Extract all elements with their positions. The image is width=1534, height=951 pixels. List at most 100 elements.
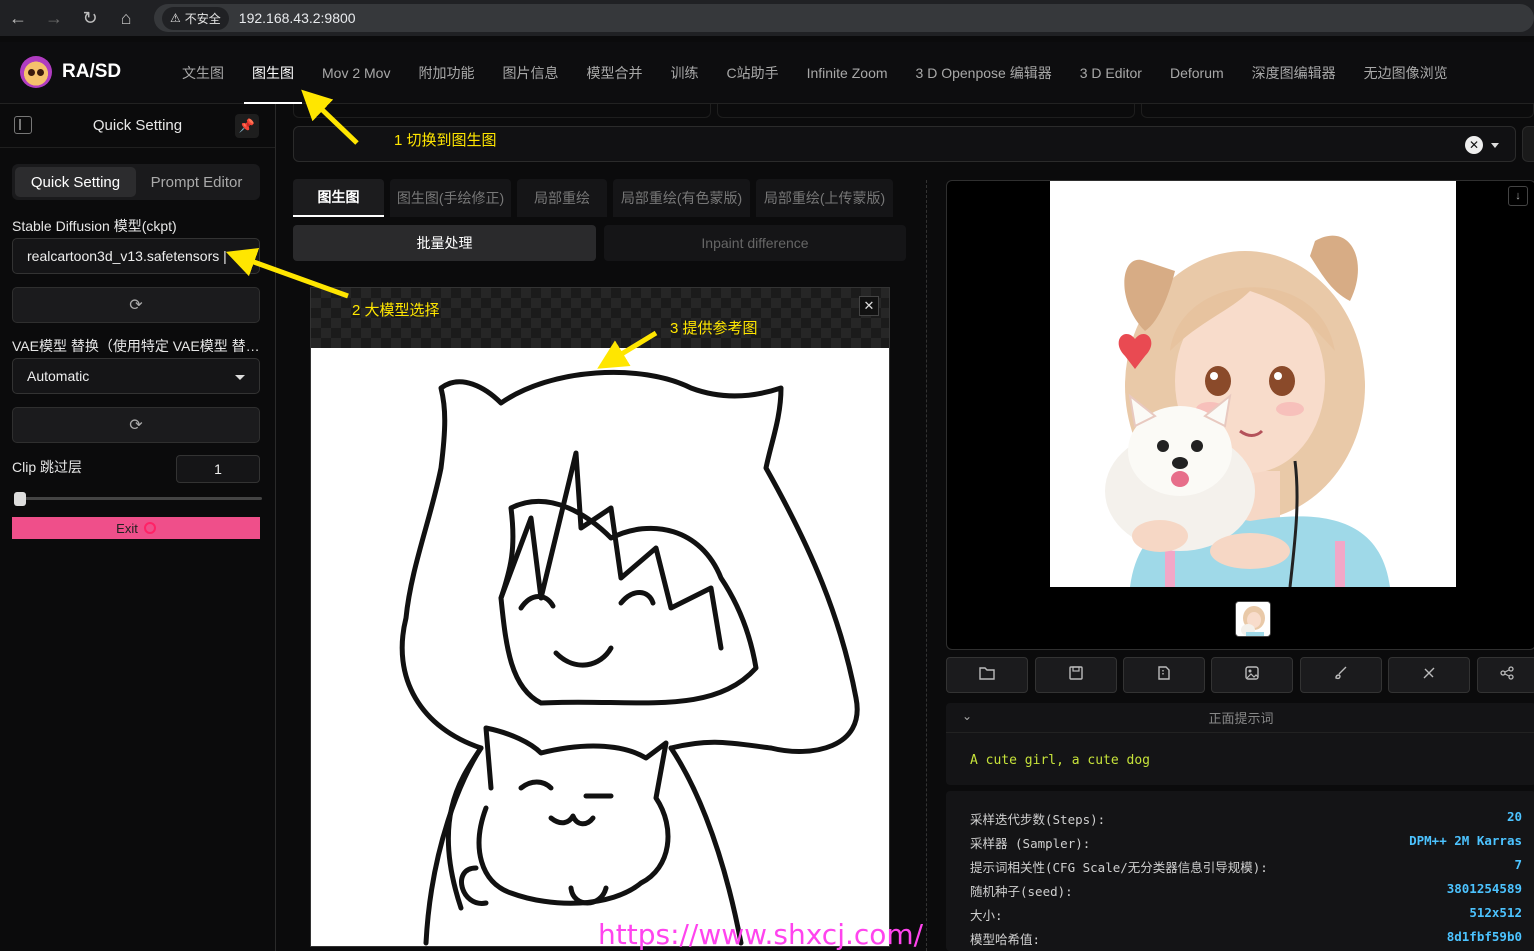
param-value: 8d1fbf59b0 bbox=[1446, 929, 1522, 944]
param-key: 采样器 (Sampler): bbox=[970, 836, 1091, 851]
param-row: 模型哈希值: 8d1fbf59b0 bbox=[970, 929, 1522, 948]
app-logo: RA/SD bbox=[20, 56, 121, 88]
param-row: 随机种子(seed): 3801254589 bbox=[970, 881, 1522, 900]
tab-4[interactable]: 图片信息 bbox=[488, 42, 572, 104]
param-key: 模型哈希值: bbox=[970, 932, 1041, 947]
download-icon[interactable]: ↓ bbox=[1508, 186, 1528, 206]
tab-7[interactable]: C站助手 bbox=[712, 42, 792, 104]
subtab-inpaint[interactable]: 局部重绘 bbox=[517, 179, 607, 217]
param-key: 随机种子(seed): bbox=[970, 884, 1073, 899]
send-to-img2img-button[interactable] bbox=[1211, 657, 1293, 693]
param-row: 大小: 512x512 bbox=[970, 905, 1522, 924]
ckpt-select[interactable]: realcartoon3d_v13.safetensors | bbox=[12, 238, 260, 274]
home-icon[interactable]: ⌂ bbox=[108, 0, 144, 36]
record-icon bbox=[143, 522, 156, 534]
sidebar-toggle-icon[interactable] bbox=[14, 116, 32, 134]
logo-text: RA/SD bbox=[62, 61, 122, 82]
tab-batch[interactable]: 批量处理 bbox=[293, 225, 596, 261]
back-icon[interactable]: ← bbox=[0, 0, 36, 36]
sidebar-header: Quick Setting 📌 bbox=[0, 104, 275, 148]
param-key: 采样迭代步数(Steps): bbox=[970, 812, 1106, 827]
send-to-inpaint-button[interactable] bbox=[1300, 657, 1382, 693]
generated-image[interactable] bbox=[1050, 181, 1456, 587]
tab-0[interactable]: 文生图 bbox=[168, 42, 238, 104]
param-row: 提示词相关性(CFG Scale/无分类器信息引导规模): 7 bbox=[970, 857, 1522, 876]
warning-icon: ⚠ bbox=[170, 11, 181, 25]
brush-icon bbox=[1334, 666, 1348, 685]
tab-5[interactable]: 模型合并 bbox=[572, 42, 656, 104]
clip-skip-slider-thumb[interactable] bbox=[14, 492, 26, 506]
share-icon bbox=[1500, 665, 1514, 685]
save-zip-button[interactable] bbox=[1123, 657, 1205, 693]
forward-icon[interactable]: → bbox=[36, 0, 72, 36]
subtab-sketch[interactable]: 图生图(手绘修正) bbox=[390, 179, 511, 217]
sidebar-segment-control: Quick Setting Prompt Editor bbox=[12, 164, 260, 200]
tab-6[interactable]: 训练 bbox=[656, 42, 712, 104]
tools-icon bbox=[1422, 666, 1436, 685]
tab-13[interactable]: 无边图像浏览 bbox=[1350, 42, 1462, 104]
refresh-ckpt-button[interactable]: ⟳ bbox=[12, 287, 260, 323]
share-button[interactable] bbox=[1477, 657, 1534, 693]
positive-prompt-header[interactable]: ⌄ 正面提示词 bbox=[946, 703, 1534, 733]
vae-select[interactable]: Automatic bbox=[12, 358, 260, 394]
folder-icon bbox=[979, 666, 995, 685]
sidebar-title: Quick Setting bbox=[92, 117, 183, 134]
url-text: 192.168.43.2:9800 bbox=[238, 10, 356, 26]
collapsed-panel bbox=[717, 104, 1135, 118]
address-bar[interactable]: ⚠ 不安全 192.168.43.2:9800 bbox=[154, 4, 1534, 32]
positive-prompt-text: A cute girl, a cute dog bbox=[970, 753, 1151, 768]
param-value: 20 bbox=[1506, 809, 1522, 824]
browser-toolbar: ← → ↻ ⌂ ⚠ 不安全 192.168.43.2:9800 bbox=[0, 0, 1534, 36]
security-badge[interactable]: ⚠ 不安全 bbox=[162, 6, 229, 30]
reference-image-canvas[interactable]: ✕ bbox=[310, 287, 890, 947]
tab-2[interactable]: Mov 2 Mov bbox=[308, 42, 404, 104]
tab-10[interactable]: 3 D Editor bbox=[1066, 42, 1156, 104]
subtab-inpaint-upload[interactable]: 局部重绘(上传蒙版) bbox=[756, 179, 893, 217]
zip-icon bbox=[1158, 665, 1170, 685]
annotation-3: 3 提供参考图 bbox=[670, 320, 758, 337]
chevron-down-icon[interactable] bbox=[1491, 143, 1499, 148]
vae-label: VAE模型 替换（使用特定 VAE模型 替换原有 VAE） bbox=[12, 338, 262, 354]
open-folder-button[interactable] bbox=[946, 657, 1028, 693]
send-to-extras-button[interactable] bbox=[1388, 657, 1470, 693]
refresh-icon: ⟳ bbox=[129, 417, 143, 434]
annotation-2: 2 大模型选择 bbox=[352, 302, 440, 319]
tab-9[interactable]: 3 D Openpose 编辑器 bbox=[902, 42, 1066, 104]
main-tabs: 文生图 图生图 Mov 2 Mov 附加功能 图片信息 模型合并 训练 C站助手 Infinit… bbox=[168, 42, 1462, 104]
save-button[interactable] bbox=[1035, 657, 1117, 693]
tab-inpaint-difference[interactable]: Inpaint difference bbox=[604, 225, 906, 261]
param-row: 采样迭代步数(Steps): 20 bbox=[970, 809, 1522, 828]
chevron-down-icon[interactable]: ⌄ bbox=[962, 709, 972, 723]
tab-11[interactable]: Deforum bbox=[1156, 42, 1238, 104]
tab-12[interactable]: 深度图编辑器 bbox=[1238, 42, 1350, 104]
generated-image-art bbox=[1050, 181, 1456, 587]
param-value: 3801254589 bbox=[1446, 881, 1522, 896]
side-button[interactable] bbox=[1522, 126, 1534, 162]
reference-sketch-image bbox=[311, 348, 889, 946]
tab-1[interactable]: 图生图 bbox=[238, 42, 308, 104]
thumbnail-art bbox=[1236, 602, 1270, 636]
segment-quick-setting[interactable]: Quick Setting bbox=[15, 167, 136, 197]
refresh-vae-button[interactable]: ⟳ bbox=[12, 407, 260, 443]
reload-icon[interactable]: ↻ bbox=[72, 0, 108, 36]
tab-3[interactable]: 附加功能 bbox=[404, 42, 488, 104]
refresh-icon: ⟳ bbox=[129, 297, 143, 314]
tab-8[interactable]: Infinite Zoom bbox=[793, 42, 902, 104]
param-value: DPM++ 2M Karras bbox=[1409, 833, 1522, 848]
clear-icon[interactable]: ✕ bbox=[1465, 136, 1483, 154]
close-icon[interactable]: ✕ bbox=[859, 296, 879, 316]
clip-skip-input[interactable]: 1 bbox=[176, 455, 260, 483]
exit-button[interactable]: Exit bbox=[12, 517, 260, 539]
subtab-img2img[interactable]: 图生图 bbox=[293, 179, 384, 217]
annotation-1: 1 切换到图生图 bbox=[394, 132, 497, 149]
clip-skip-slider[interactable] bbox=[14, 497, 262, 500]
gallery-thumbnail[interactable] bbox=[1235, 601, 1271, 637]
param-value: 7 bbox=[1514, 857, 1522, 872]
pin-icon[interactable]: 📌 bbox=[235, 114, 259, 138]
chevron-down-icon bbox=[235, 375, 245, 380]
segment-prompt-editor[interactable]: Prompt Editor bbox=[136, 167, 257, 197]
positive-prompt-panel: ⌄ 正面提示词 A cute girl, a cute dog bbox=[946, 703, 1534, 785]
subtab-inpaint-sketch[interactable]: 局部重绘(有色蒙版) bbox=[613, 179, 750, 217]
quick-setting-sidebar: Quick Setting 📌 Quick Setting Prompt Edi… bbox=[0, 104, 276, 951]
app-header: RA/SD 文生图 图生图 Mov 2 Mov 附加功能 图片信息 模型合并 训练 C站助手 I… bbox=[0, 42, 1534, 104]
